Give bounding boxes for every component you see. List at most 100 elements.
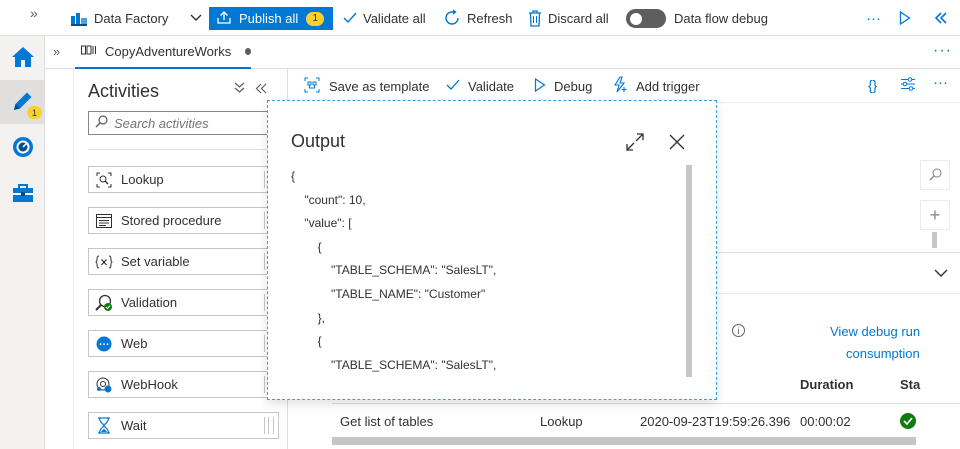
publish-icon (217, 10, 231, 27)
activities-title: Activities (88, 81, 160, 101)
close-icon[interactable] (668, 133, 686, 154)
debug-button[interactable]: Debug (534, 69, 592, 103)
wait-icon (95, 417, 113, 435)
pipeline-tab-row: » CopyAdventureWorks ··· (45, 36, 960, 69)
activity-label: Set variable (121, 254, 190, 269)
activities-panel: Activities Lookup Stored procedure Set (74, 69, 288, 449)
zoom-in-button[interactable]: + (920, 200, 950, 230)
save-as-template-button[interactable]: Save as template (304, 69, 429, 103)
tab-copyadventureworks[interactable]: CopyAdventureWorks (75, 36, 251, 69)
lightning-icon (612, 76, 628, 96)
validate-all-button[interactable]: Validate all (343, 0, 426, 36)
author-badge: 1 (27, 106, 42, 119)
add-trigger-button[interactable]: Add trigger (612, 69, 700, 103)
chevron-down-icon[interactable] (934, 266, 948, 281)
data-factory-icon (70, 10, 88, 26)
canvas-scrollbar[interactable] (932, 232, 937, 248)
table-header-divider (332, 403, 960, 404)
checkmark-icon (446, 79, 460, 94)
home-nav-item[interactable] (0, 36, 45, 80)
activity-webhook[interactable]: WebHook (88, 371, 279, 398)
author-nav-item[interactable]: 1 (0, 80, 45, 124)
activity-name-cell: Get list of tables (340, 414, 434, 429)
unsaved-dot-icon (245, 48, 251, 55)
stored-procedure-icon (95, 212, 113, 230)
activity-wait[interactable]: Wait (88, 412, 279, 439)
web-icon: ••• (95, 335, 113, 353)
code-view-icon[interactable]: {} (868, 77, 877, 93)
publish-count-badge: 1 (306, 11, 325, 26)
output-json-content[interactable]: { "count": 10, "value": [ { "TABLE_SCHEM… (291, 165, 691, 377)
svg-text:•••: ••• (99, 341, 110, 348)
output-dialog: Output { "count": 10, "value": [ { "TABL… (267, 100, 717, 400)
drag-handle-icon[interactable] (264, 417, 274, 434)
discard-all-button[interactable]: Discard all (528, 0, 609, 36)
play-icon[interactable] (899, 0, 911, 36)
pipeline-toolbar: Save as template Validate Debug Add trig… (288, 69, 960, 103)
top-bar: » Data Factory Publish all 1 Validate al… (0, 0, 960, 36)
data-factory-label: Data Factory (94, 10, 169, 26)
expand-nav-icon[interactable]: » (30, 5, 38, 21)
validate-button[interactable]: Validate (446, 69, 514, 103)
collapse-panel-icon[interactable] (934, 0, 948, 36)
activity-set-variable[interactable]: Set variable (88, 248, 279, 275)
activities-separator (88, 149, 278, 150)
dialog-scrollbar[interactable] (686, 165, 692, 377)
toolbox-icon (11, 182, 35, 207)
template-icon (304, 77, 321, 96)
search-activities-box[interactable] (88, 111, 278, 135)
webhook-icon (95, 376, 113, 394)
manage-nav-item[interactable] (0, 172, 45, 216)
info-icon[interactable]: i (732, 324, 745, 337)
lookup-icon (95, 171, 113, 189)
column-header-status[interactable]: Sta (900, 377, 920, 392)
data-flow-debug-label: Data flow debug (674, 10, 768, 26)
publish-all-label: Publish all (239, 11, 299, 26)
view-debug-run-link[interactable]: View debug run (830, 324, 920, 339)
search-icon (95, 115, 108, 131)
tab-label: CopyAdventureWorks (105, 44, 232, 59)
data-flow-debug-toggle[interactable] (626, 9, 666, 28)
save-as-template-label: Save as template (329, 78, 430, 94)
activity-validation[interactable]: Validation (88, 289, 279, 316)
collapse-panel-left-icon[interactable] (255, 81, 267, 97)
activity-web[interactable]: ••• Web (88, 330, 279, 357)
validate-all-label: Validate all (363, 10, 426, 26)
chevron-down-icon (190, 14, 202, 22)
expand-resources-icon[interactable]: » (53, 44, 60, 59)
checkmark-icon (343, 12, 357, 24)
more-options-icon[interactable]: ··· (866, 0, 881, 36)
refresh-icon (443, 9, 461, 27)
canvas-search-button[interactable] (920, 160, 950, 190)
refresh-button[interactable]: Refresh (443, 0, 513, 36)
output-json-text: { "count": 10, "value": [ { "TABLE_SCHEM… (291, 169, 497, 372)
activity-lookup[interactable]: Lookup (88, 166, 279, 193)
data-factory-selector[interactable]: Data Factory (70, 0, 202, 36)
activity-stored-procedure[interactable]: Stored procedure (88, 207, 279, 234)
validation-icon (95, 294, 113, 312)
left-nav-rail: 1 (0, 36, 45, 449)
properties-sliders-icon[interactable] (900, 77, 916, 94)
validate-label: Validate (468, 78, 515, 94)
monitor-gauge-icon (11, 135, 35, 162)
tab-more-icon[interactable]: ··· (933, 42, 952, 60)
duration-cell: 00:00:02 (800, 414, 851, 429)
activity-label: Stored procedure (121, 213, 222, 228)
expand-icon[interactable] (626, 133, 644, 154)
dialog-title: Output (291, 131, 346, 151)
view-debug-run-link-line2[interactable]: consumption (846, 346, 920, 361)
run-start-cell: 2020-09-23T19:59:26.396 (640, 414, 791, 429)
search-activities-input[interactable] (114, 115, 264, 131)
resources-collapsed-strip (45, 69, 74, 449)
refresh-label: Refresh (467, 10, 513, 26)
debug-label: Debug (554, 78, 593, 94)
discard-all-label: Discard all (548, 10, 609, 26)
canvas-more-icon[interactable]: ··· (933, 74, 948, 91)
monitor-nav-item[interactable] (0, 126, 45, 170)
collapse-all-icon[interactable] (234, 81, 255, 97)
horizontal-scrollbar[interactable] (332, 437, 916, 445)
publish-all-button[interactable]: Publish all 1 (209, 7, 333, 30)
column-header-duration[interactable]: Duration (800, 377, 853, 392)
play-icon (534, 77, 546, 95)
search-icon (929, 165, 942, 186)
